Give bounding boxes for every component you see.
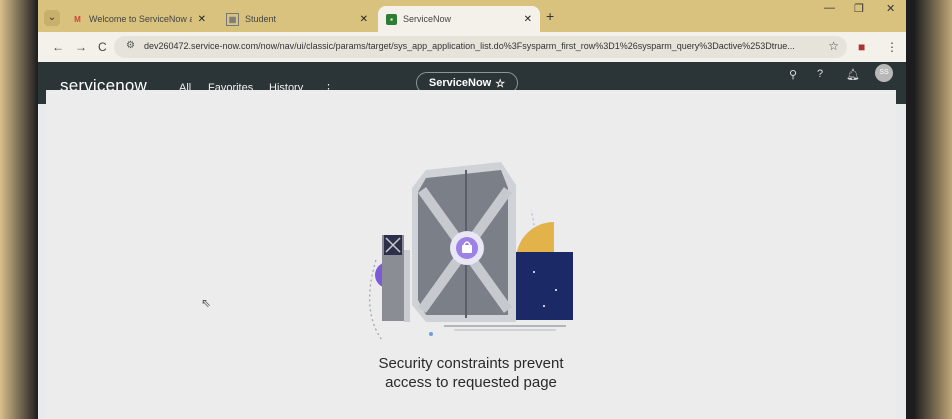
mouse-cursor-icon: ⇖ (201, 296, 212, 310)
url-text: dev260472.service-now.com/now/nav/ui/cla… (144, 41, 795, 51)
address-bar[interactable]: ⚙ dev260472.service-now.com/now/nav/ui/c… (114, 36, 847, 58)
lock-icon (462, 245, 472, 253)
minimize-icon[interactable]: — (824, 2, 835, 14)
back-icon[interactable]: ← (52, 40, 64, 54)
close-icon[interactable]: ✕ (198, 14, 206, 25)
star-icon[interactable]: ☆ (495, 77, 505, 90)
window-close-icon[interactable]: ✕ (886, 2, 895, 15)
tab-strip: ⌄ M Welcome to ServiceNow assign ✕ ▦ Stu… (38, 0, 906, 34)
tab-title: ServiceNow (403, 14, 452, 24)
reload-icon[interactable]: C (98, 40, 107, 54)
tab-student[interactable]: ▦ Student ✕ (218, 6, 376, 32)
tab-search-icon[interactable]: ⌄ (44, 10, 60, 26)
tab-title: Student (245, 14, 277, 24)
error-message-line1: Security constraints prevent (378, 355, 564, 372)
servicenow-icon: ▪ (386, 13, 397, 25)
address-row: ← → C ⚙ dev260472.service-now.com/now/na… (38, 32, 906, 62)
bookmark-star-icon[interactable]: ☆ (828, 39, 839, 53)
tab-welcome[interactable]: M Welcome to ServiceNow assign ✕ (64, 6, 214, 32)
forward-icon[interactable]: → (75, 40, 87, 54)
site-info-icon[interactable]: ⚙ (126, 40, 135, 51)
document-icon: ▦ (226, 12, 239, 26)
context-pill-label: ServiceNow (428, 77, 492, 89)
extension-icon[interactable]: ■ (858, 40, 865, 54)
help-icon[interactable]: ? (817, 68, 823, 80)
browser-window: ⌄ M Welcome to ServiceNow assign ✕ ▦ Stu… (38, 0, 906, 419)
search-icon[interactable]: ⚲ (789, 68, 797, 81)
browser-menu-icon[interactable]: ⋮ (886, 40, 898, 54)
error-message: Security constraints prevent access to r… (46, 354, 896, 392)
notifications-icon[interactable]: 🔔︎ (846, 68, 860, 81)
error-message-line2: access to requested page (385, 374, 557, 391)
main-content: Security constraints prevent access to r… (46, 90, 896, 419)
gmail-icon: M (74, 14, 81, 24)
tab-servicenow[interactable]: ▪ ServiceNow ✕ (378, 6, 540, 32)
security-illustration (369, 162, 573, 340)
close-icon[interactable]: ✕ (360, 14, 368, 25)
tab-title: Welcome to ServiceNow assign (89, 14, 192, 24)
avatar[interactable]: SS (875, 64, 893, 82)
restore-icon[interactable]: ❐ (854, 2, 864, 15)
close-icon[interactable]: ✕ (524, 14, 532, 25)
new-tab-button[interactable]: + (546, 8, 554, 24)
